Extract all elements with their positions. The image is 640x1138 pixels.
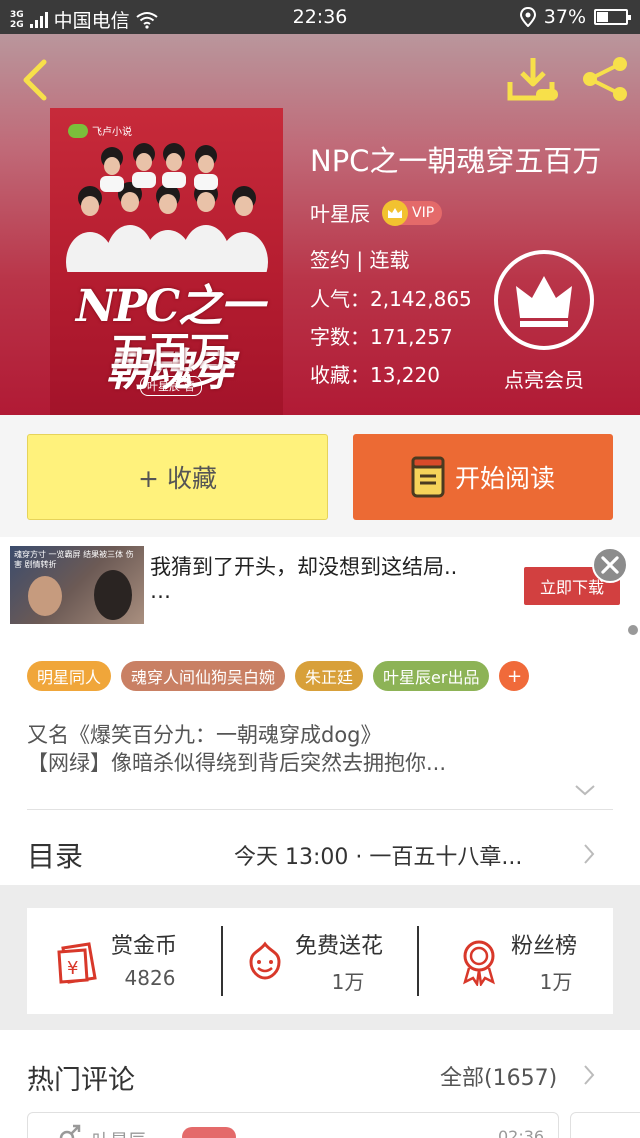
member-label[interactable]: 点亮会员	[482, 364, 606, 393]
crown-icon	[382, 199, 408, 226]
tag-item[interactable]: 明星同人	[27, 661, 112, 691]
toc-latest-chapter[interactable]: 今天 13:00 · 一百五十八章...	[234, 839, 564, 871]
cover-subtitle: 五百万	[110, 329, 230, 376]
flower-stat[interactable]: 免费送花 1万	[223, 908, 418, 1014]
vip-badge: VIP	[382, 199, 443, 226]
ad-info-icon[interactable]	[628, 625, 638, 635]
tag-item[interactable]: 朱正廷	[295, 661, 364, 691]
flower-icon	[249, 941, 281, 980]
book-detail: 明星同人 魂穿人间仙狗吴白婉 朱正廷 叶星辰er出品 + 又名《爆笑百分九：一朝…	[0, 635, 640, 885]
ad-thumbnail[interactable]: 魂穿方寸 一览霸屏 结果被三体 伤害 剧情转折	[10, 546, 144, 624]
chevron-down-icon[interactable]	[574, 783, 596, 797]
location-icon	[519, 7, 536, 27]
tag-more-button[interactable]: +	[499, 661, 530, 691]
svg-text:¥: ¥	[67, 958, 78, 979]
tag-item[interactable]: 魂穿人间仙狗吴白婉	[121, 661, 286, 691]
comment-user[interactable]: 叶星辰	[92, 1127, 146, 1138]
ad-text[interactable]: 我猜到了开头，却没想到这结局.. …	[150, 555, 500, 603]
flower-value: 1万	[331, 970, 365, 994]
author-name[interactable]: 叶星辰	[310, 198, 370, 227]
comment-time: 02:36	[498, 1127, 545, 1138]
book-icon	[411, 456, 445, 498]
book-word-count: 字数：171,257	[310, 325, 453, 349]
reward-stat[interactable]: ¥ 赏金币 4826	[27, 908, 222, 1014]
comment-card[interactable]	[570, 1112, 640, 1138]
comment-card[interactable]: 叶星辰 02:36	[27, 1112, 559, 1138]
publisher-logo	[68, 124, 88, 138]
book-status: 签约 | 连载	[310, 248, 410, 272]
start-reading-button[interactable]: 开始阅读	[353, 434, 613, 520]
favorite-button[interactable]: + 收藏	[27, 434, 328, 520]
reward-value: 4826	[124, 966, 176, 990]
start-reading-label: 开始阅读	[454, 464, 555, 493]
cover-photo	[66, 143, 268, 272]
fans-value: 1万	[539, 970, 573, 994]
toc-title[interactable]: 目录	[27, 835, 83, 875]
vip-label: VIP	[412, 204, 435, 221]
vip-badge	[182, 1127, 236, 1138]
action-bar: + 收藏 开始阅读	[0, 415, 640, 537]
member-button[interactable]	[494, 250, 594, 350]
battery-percent: 37%	[543, 6, 586, 28]
intro-line-2: 【网绿】像暗杀似得绕到背后突然去拥抱你...	[27, 751, 447, 775]
book-title: NPC之一朝魂穿五百万	[310, 144, 602, 178]
book-cover[interactable]: 飞卢小说 NPC之一朝魂穿 五百万 叶星辰 著	[50, 108, 283, 415]
medal-icon	[463, 940, 495, 986]
fans-label: 粉丝榜	[511, 934, 578, 959]
red-envelope-icon: ¥	[57, 942, 97, 984]
divider	[27, 809, 613, 810]
battery-icon	[594, 9, 631, 25]
ad-banner[interactable]: 魂穿方寸 一览霸屏 结果被三体 伤害 剧情转折 我猜到了开头，却没想到这结局..…	[0, 537, 640, 635]
chevron-right-icon[interactable]	[582, 1064, 596, 1086]
cover-brand: 飞卢小说	[92, 127, 132, 138]
cover-author: 叶星辰 著	[140, 376, 202, 396]
reward-label: 赏金币	[111, 934, 178, 959]
male-icon	[59, 1124, 81, 1138]
book-intro[interactable]: 又名《爆笑百分九：一朝魂穿成dog》 【网绿】像暗杀似得绕到背后突然去拥抱你..…	[27, 721, 587, 777]
stats-bar: ¥ 赏金币 4826 免费送花 1万 粉丝榜 1万	[27, 908, 613, 1014]
book-header: 飞卢小说 NPC之一朝魂穿 五百万 叶星辰 著 NPC之一朝魂穿五百万 叶星辰	[0, 34, 640, 415]
status-bar: 3G 2G 中国电信 22:36 37%	[0, 0, 640, 34]
crown-icon	[516, 276, 572, 327]
ad-thumbnail-caption: 魂穿方寸 一览霸屏 结果被三体 伤害 剧情转折	[14, 550, 134, 569]
intro-line-1: 又名《爆笑百分九：一朝魂穿成dog》	[27, 723, 382, 747]
book-favorites: 收藏：13,220	[310, 363, 440, 387]
share-icon[interactable]	[580, 54, 630, 104]
book-popularity: 人气：2,142,865	[310, 287, 472, 311]
download-icon[interactable]	[506, 56, 560, 102]
tag-item[interactable]: 叶星辰er出品	[373, 661, 490, 691]
close-icon[interactable]	[592, 547, 628, 583]
fans-stat[interactable]: 粉丝榜 1万	[419, 908, 613, 1014]
back-icon[interactable]	[16, 58, 52, 102]
hot-comments: 热门评论 全部(1657) 叶星辰 02:36	[0, 1030, 640, 1138]
flower-label: 免费送花	[295, 934, 384, 959]
all-comments-link[interactable]: 全部(1657)	[440, 1060, 557, 1092]
tag-list: 明星同人 魂穿人间仙狗吴白婉 朱正廷 叶星辰er出品 +	[27, 661, 530, 691]
chevron-right-icon[interactable]	[582, 843, 596, 865]
comments-title: 热门评论	[27, 1065, 135, 1096]
author-row: 叶星辰 VIP	[310, 198, 443, 227]
